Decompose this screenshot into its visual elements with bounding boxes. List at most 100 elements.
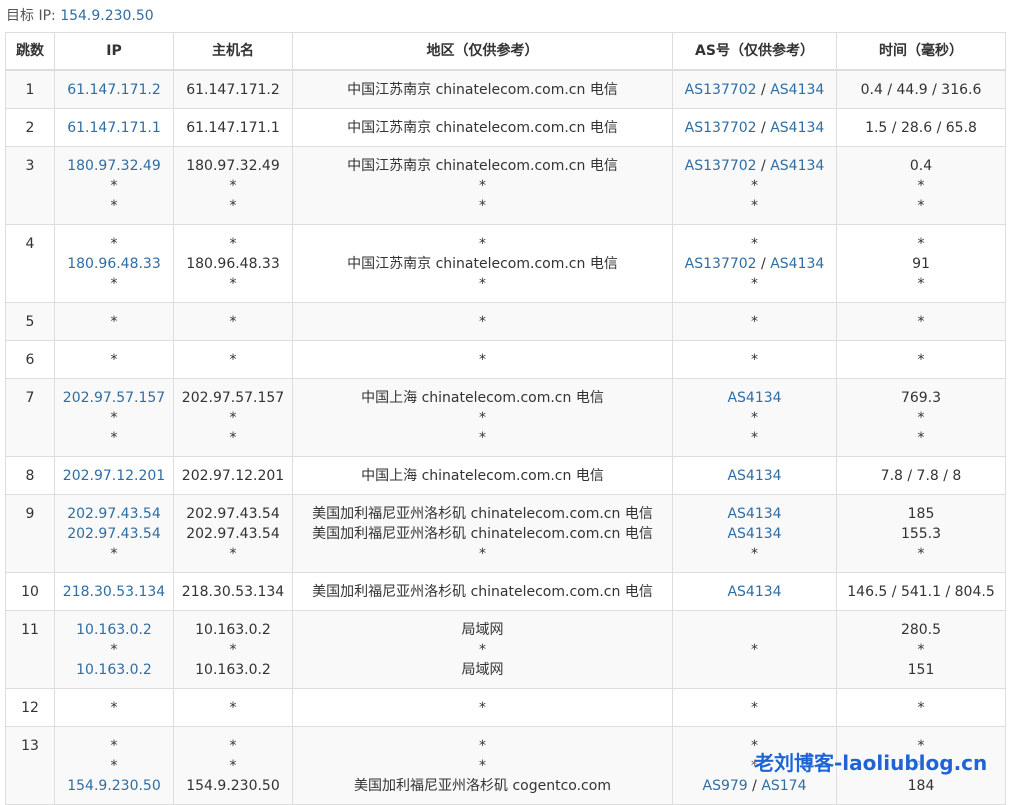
ip-link[interactable]: 180.96.48.33 — [67, 256, 161, 272]
hostname-cell: * — [173, 340, 293, 379]
ip-link[interactable]: 10.163.0.2 — [76, 662, 152, 678]
ip-cell: 61.147.171.2 — [54, 69, 174, 109]
as-link[interactable]: AS4134 — [770, 256, 824, 272]
region-cell: 美国加利福尼亚州洛杉矶 chinatelecom.com.cn 电信 美国加利福尼… — [292, 494, 673, 573]
region-cell: 局域网 * 局域网 — [292, 610, 673, 689]
as-cell: AS137702 / AS4134 — [672, 108, 837, 147]
ip-cell: * * 154.9.230.50 — [54, 726, 174, 805]
ip-link[interactable]: 10.163.0.2 — [76, 622, 152, 638]
hop-cell: 7 — [5, 378, 55, 457]
ip-link[interactable]: 61.147.171.1 — [67, 120, 161, 136]
as-link[interactable]: AS4134 — [727, 468, 781, 484]
hostname-text: * — [229, 198, 237, 214]
hop-number: 3 — [25, 158, 35, 174]
as-text: * — [751, 352, 758, 368]
time-text: * — [917, 236, 925, 252]
ip-text: * — [110, 430, 118, 446]
as-link[interactable]: AS4134 — [770, 120, 824, 136]
as-link[interactable]: AS979 — [703, 778, 748, 794]
as-cell: AS137702 / AS4134 * * — [672, 146, 837, 225]
as-link[interactable]: AS4134 — [770, 158, 824, 174]
ip-link[interactable]: 202.97.43.54 — [67, 526, 161, 542]
region-text: 美国加利福尼亚州洛杉矶 chinatelecom.com.cn 电信 — [312, 526, 653, 542]
ip-text: * — [110, 758, 118, 774]
ip-link[interactable]: 202.97.43.54 — [67, 506, 161, 522]
time-text: 280.5 — [900, 622, 942, 638]
ip-cell: 10.163.0.2 * 10.163.0.2 — [54, 610, 174, 689]
time-cell: * — [836, 688, 1006, 727]
as-link[interactable]: AS137702 — [685, 256, 757, 272]
as-text: * — [751, 314, 758, 330]
region-cell: * — [292, 688, 673, 727]
as-link[interactable]: AS137702 — [685, 120, 757, 136]
region-cell: 中国上海 chinatelecom.com.cn 电信 * * — [292, 378, 673, 457]
as-link[interactable]: AS4134 — [727, 390, 781, 406]
hop-cell: 11 — [5, 610, 55, 689]
ip-cell: * — [54, 688, 174, 727]
time-cell: 146.5 / 541.1 / 804.5 — [836, 572, 1006, 611]
time-text: * — [917, 410, 925, 426]
time-text: 146.5 / 541.1 / 804.5 — [847, 584, 995, 600]
ip-link[interactable]: 180.97.32.49 — [67, 158, 161, 174]
hop-number: 6 — [25, 352, 35, 368]
as-cell: AS4134 — [672, 572, 837, 611]
as-link[interactable]: AS4134 — [770, 82, 824, 98]
hop-number: 9 — [25, 506, 35, 522]
hop-cell: 1 — [5, 69, 55, 109]
target-ip-label: 目标 IP: — [6, 8, 56, 24]
time-cell: 7.8 / 7.8 / 8 — [836, 456, 1006, 495]
as-cell: * — [672, 610, 837, 689]
time-text: 0.4 — [909, 158, 933, 174]
region-text: * — [479, 236, 486, 252]
table-row: 10 218.30.53.134 218.30.53.134 美国加利福尼亚州洛杉矶 … — [5, 572, 1006, 611]
as-link[interactable]: AS137702 — [685, 82, 757, 98]
hostname-text: 202.97.12.201 — [181, 468, 285, 484]
time-cell: 185 155.3 * — [836, 494, 1006, 573]
ip-cell: 218.30.53.134 — [54, 572, 174, 611]
as-separator: / — [756, 256, 771, 272]
ip-link[interactable]: 61.147.171.2 — [67, 82, 161, 98]
time-text: 184 — [907, 778, 935, 794]
ip-text: * — [110, 410, 118, 426]
region-text: * — [479, 352, 486, 368]
as-link[interactable]: AS137702 — [685, 158, 757, 174]
hop-cell: 12 — [5, 688, 55, 727]
hostname-text: 180.96.48.33 — [186, 256, 280, 272]
ip-link[interactable]: 218.30.53.134 — [63, 584, 165, 600]
hop-number: 4 — [25, 236, 35, 252]
table-row: 8 202.97.12.201 202.97.12.201 中国上海 chinatel… — [5, 456, 1006, 495]
region-text: * — [479, 410, 486, 426]
hop-number: 7 — [25, 390, 35, 406]
as-text: * — [751, 276, 758, 292]
ip-cell: 180.97.32.49 * * — [54, 146, 174, 225]
region-cell: * * 美国加利福尼亚州洛杉矶 cogentco.com — [292, 726, 673, 805]
as-link[interactable]: AS4134 — [727, 506, 781, 522]
time-text: * — [917, 276, 925, 292]
ip-cell: * 180.96.48.33 * — [54, 224, 174, 303]
ip-text: * — [110, 236, 118, 252]
header-region: 地区（仅供参考） — [292, 32, 673, 71]
as-link[interactable]: AS4134 — [727, 526, 781, 542]
region-text: * — [479, 314, 486, 330]
hostname-text: * — [229, 352, 237, 368]
hop-number: 12 — [21, 700, 39, 716]
hostname-cell: 10.163.0.2 * 10.163.0.2 — [173, 610, 293, 689]
ip-text: * — [110, 546, 118, 562]
hostname-text: * — [229, 410, 237, 426]
region-cell: 中国江苏南京 chinatelecom.com.cn 电信 — [292, 108, 673, 147]
ip-link[interactable]: 202.97.12.201 — [63, 468, 165, 484]
hostname-text: * — [229, 178, 237, 194]
time-text: * — [917, 546, 925, 562]
time-cell: 0.4 * * — [836, 146, 1006, 225]
time-text: 185 — [907, 506, 935, 522]
as-link[interactable]: AS174 — [761, 778, 806, 794]
hostname-cell: 202.97.12.201 — [173, 456, 293, 495]
hostname-text: * — [229, 430, 237, 446]
ip-link[interactable]: 202.97.57.157 — [63, 390, 165, 406]
as-link[interactable]: AS4134 — [727, 584, 781, 600]
region-text: * — [479, 700, 486, 716]
region-text: * — [479, 178, 486, 194]
time-text: 7.8 / 7.8 / 8 — [880, 468, 962, 484]
ip-link[interactable]: 154.9.230.50 — [67, 778, 161, 794]
ip-cell: 202.97.57.157 * * — [54, 378, 174, 457]
